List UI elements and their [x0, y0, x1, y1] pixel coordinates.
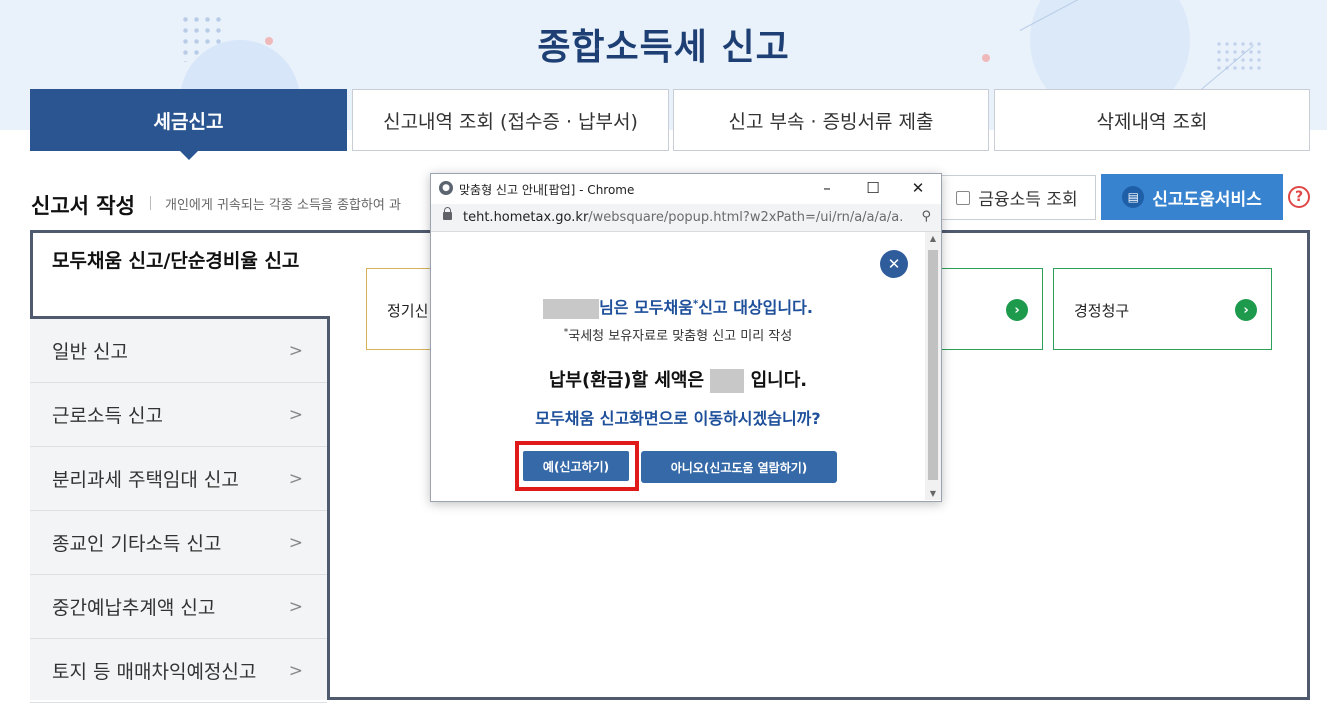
- scroll-thumb[interactable]: [928, 250, 938, 480]
- msg-text: 신고 대상입니다.: [698, 298, 813, 317]
- popup-url[interactable]: teht.hometax.go.kr/websquare/popup.html?…: [463, 210, 903, 225]
- url-path: /websquare/popup.html?w2xPath=/ui/rn/a/a…: [588, 210, 903, 225]
- question-icon[interactable]: ?: [1288, 186, 1310, 208]
- popup-url-bar: teht.hometax.go.kr/websquare/popup.html?…: [431, 204, 941, 232]
- sidebar-item-interim[interactable]: 중간예납추계액 신고 >: [30, 575, 327, 639]
- msg-text: 납부(환급)할 세액은: [548, 370, 705, 391]
- page-title: 종합소득세 신고: [537, 27, 790, 68]
- divider: [150, 196, 151, 210]
- url-host: teht.hometax.go.kr: [463, 210, 589, 225]
- msg-text: 님은 모두채움: [599, 298, 693, 317]
- section-title: 신고서 작성: [31, 194, 135, 218]
- sidebar-item-label: 일반 신고: [52, 341, 128, 363]
- financial-income-label: 금융소득 조회: [978, 190, 1078, 210]
- msg-text: 입니다.: [750, 370, 808, 391]
- sidebar-item-land-sale[interactable]: 토지 등 매매차익예정신고 >: [30, 639, 327, 703]
- scroll-down-icon[interactable]: ▼: [928, 489, 938, 498]
- popup-window-title: 맞춤형 신고 안내[팝업] - Chrome: [459, 183, 635, 197]
- popup-titlebar: ● 맞춤형 신고 안내[팝업] - Chrome – ☐ ✕: [431, 174, 941, 204]
- main-tabs: 세금신고 신고내역 조회 (접수증 · 납부서) 신고 부속 · 증빙서류 제출…: [30, 89, 1310, 160]
- arrow-right-icon: ›: [1235, 299, 1257, 321]
- chevron-right-icon: >: [288, 661, 303, 681]
- popup-scrollbar[interactable]: ▲ ▼: [925, 232, 941, 500]
- msg-text: 국세청 보유자료로 맞춤형 신고 미리 작성: [568, 329, 793, 344]
- sidebar-item-label: 근로소득 신고: [52, 405, 163, 427]
- checkbox-icon: [956, 190, 971, 205]
- tab-supporting-docs[interactable]: 신고 부속 · 증빙서류 제출: [673, 89, 989, 151]
- footnote-message: *국세청 보유자료로 맞춤형 신고 미리 작성: [431, 325, 925, 344]
- confirm-question: 모두채움 신고화면으로 이동하시겠습니까?: [535, 409, 821, 428]
- card-label: 정기신: [387, 302, 429, 320]
- chevron-right-icon: >: [288, 341, 303, 361]
- chevron-right-icon: >: [288, 533, 303, 553]
- card-correction-claim[interactable]: 경정청구 ›: [1053, 268, 1272, 350]
- popup-content: ✕ 님은 모두채움*신고 대상입니다. *국세청 보유자료로 맞춤형 신고 미리…: [431, 232, 925, 500]
- financial-income-button[interactable]: 금융소득 조회: [938, 175, 1096, 220]
- lock-icon: [443, 207, 452, 220]
- close-icon[interactable]: ✕: [880, 250, 908, 278]
- tab-tax-filing[interactable]: 세금신고: [30, 89, 347, 160]
- sidebar-item-label: 토지 등 매매차익예정신고: [52, 661, 257, 683]
- sidebar-item-housing-rental[interactable]: 분리과세 주택임대 신고 >: [30, 447, 327, 511]
- tab-deleted-history[interactable]: 삭제내역 조회: [994, 89, 1310, 151]
- maximize-icon[interactable]: ☐: [863, 178, 883, 198]
- minimize-icon[interactable]: –: [817, 178, 837, 198]
- redacted-name: [543, 298, 600, 319]
- arrow-right-icon: ›: [1006, 299, 1028, 321]
- chevron-right-icon: >: [288, 469, 303, 489]
- tax-amount-message: 납부(환급)할 세액은 입니다.: [431, 366, 925, 393]
- sidebar-list: 일반 신고 > 근로소득 신고 > 분리과세 주택임대 신고 > 종교인 기타소…: [30, 316, 330, 703]
- card-label: 경정청구: [1074, 302, 1130, 320]
- no-view-help-button[interactable]: 아니오(신고도움 열람하기): [641, 451, 837, 483]
- yes-file-button[interactable]: 예(신고하기): [523, 451, 629, 481]
- book-icon: ▤: [1122, 186, 1145, 208]
- sidebar-item-prefilled[interactable]: 모두채움 신고/단순경비율 신고: [33, 233, 330, 316]
- zoom-icon[interactable]: ⚲: [921, 209, 931, 224]
- chevron-right-icon: >: [288, 597, 303, 617]
- help-service-button[interactable]: ▤ 신고도움서비스: [1101, 174, 1283, 220]
- redacted-amount: [710, 369, 745, 393]
- help-service-label: 신고도움서비스: [1152, 189, 1262, 210]
- sidebar-item-general[interactable]: 일반 신고 >: [30, 319, 327, 383]
- chevron-right-icon: >: [288, 405, 303, 425]
- popup-window: ● 맞춤형 신고 안내[팝업] - Chrome – ☐ ✕ teht.home…: [430, 173, 942, 502]
- close-window-icon[interactable]: ✕: [908, 178, 928, 198]
- sidebar-item-religious[interactable]: 종교인 기타소득 신고 >: [30, 511, 327, 575]
- sidebar-item-earned-income[interactable]: 근로소득 신고 >: [30, 383, 327, 447]
- tab-filing-history[interactable]: 신고내역 조회 (접수증 · 납부서): [352, 89, 669, 151]
- target-message: 님은 모두채움*신고 대상입니다.: [431, 294, 925, 319]
- globe-icon: ●: [439, 181, 453, 195]
- scroll-up-icon[interactable]: ▲: [928, 234, 938, 243]
- section-description: 개인에게 귀속되는 각종 소득을 종합하여 과: [165, 198, 401, 213]
- sidebar-item-label: 중간예납추계액 신고: [52, 597, 216, 619]
- sidebar-item-label: 분리과세 주택임대 신고: [52, 469, 239, 491]
- sidebar-item-label: 종교인 기타소득 신고: [52, 533, 222, 555]
